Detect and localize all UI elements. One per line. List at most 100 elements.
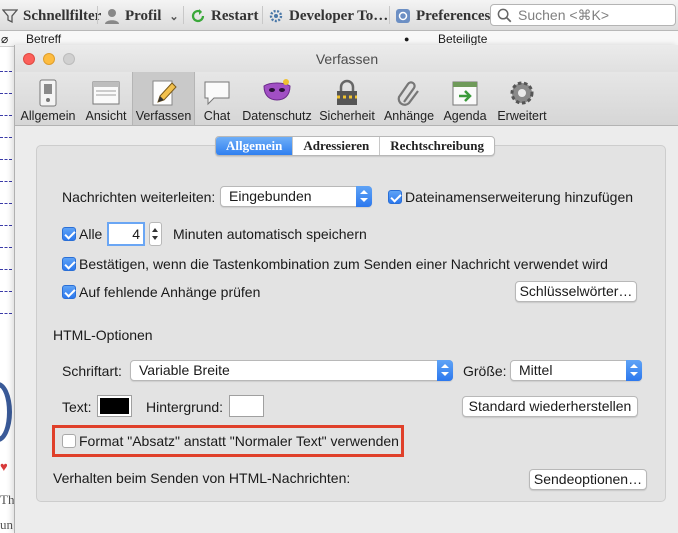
restart-icon	[191, 9, 205, 23]
funnel-icon	[2, 9, 18, 24]
preferences-icon	[396, 9, 410, 23]
gear-icon	[510, 81, 534, 105]
tab-allgemein[interactable]: Allgemein	[216, 137, 293, 155]
bg-color-label: Hintergrund:	[146, 399, 224, 415]
toolbar-separator	[183, 6, 184, 24]
forward-mode-value: Eingebunden	[229, 188, 312, 204]
pane-label: Allgemein	[20, 109, 76, 123]
pane-verfassen[interactable]: Verfassen	[132, 72, 195, 125]
autosave-suffix-label: Minuten automatisch speichern	[173, 226, 367, 242]
edge-text-2: un	[0, 517, 13, 532]
forward-label: Nachrichten weiterleiten:	[62, 189, 216, 205]
padlock-icon	[337, 79, 357, 105]
quickfilter-label: Schnellfilter	[23, 7, 102, 24]
pane-anhaenge[interactable]: Anhänge	[383, 72, 435, 125]
quickfilter-button[interactable]: Schnellfilter	[2, 6, 101, 26]
pane-allgemein[interactable]: Allgemein	[19, 72, 77, 125]
user-icon	[105, 9, 119, 24]
restore-defaults-button[interactable]: Standard wiederherstellen	[462, 396, 638, 417]
main-toolbar: Schnellfilter Profil ⌄ Restart Developer…	[0, 0, 678, 31]
pane-label: Datenschutz	[242, 109, 312, 123]
pane-label: Erweitert	[497, 109, 547, 123]
pane-erweitert[interactable]: Erweitert	[493, 72, 551, 125]
html-send-label: Verhalten beim Senden von HTML-Nachricht…	[53, 470, 351, 486]
highlight-annotation-box	[52, 425, 404, 457]
pane-ansicht[interactable]: Ansicht	[81, 72, 131, 125]
autosave-all-label: Alle	[79, 226, 103, 242]
preferences-dialog: Verfassen Allgemein Ansicht Verfassen Ch…	[14, 45, 678, 533]
preferences-label: Preferences	[416, 7, 491, 24]
background-color-picker[interactable]	[229, 395, 264, 417]
toolbar-separator	[262, 6, 263, 24]
select-arrows-icon	[626, 360, 642, 381]
autosave-minutes-input[interactable]: 4	[107, 222, 145, 246]
search-placeholder: Suchen <⌘K>	[518, 6, 610, 23]
paperclip-icon	[397, 81, 419, 106]
wrench-gear-icon	[269, 9, 283, 23]
search-icon	[497, 8, 512, 22]
text-color-picker[interactable]	[97, 395, 132, 417]
select-arrows-icon	[437, 360, 453, 381]
font-value: Variable Breite	[139, 362, 230, 378]
missing-attachments-checkbox[interactable]	[62, 285, 76, 299]
window-icon	[92, 81, 120, 105]
size-select[interactable]: Mittel	[510, 360, 642, 381]
autosave-checkbox[interactable]	[62, 227, 76, 241]
forward-mode-select[interactable]: Eingebunden	[220, 186, 372, 207]
pane-label: Anhänge	[383, 109, 435, 123]
preference-panes-toolbar: Allgemein Ansicht Verfassen Chat Datensc…	[15, 72, 678, 126]
pane-datenschutz[interactable]: Datenschutz	[241, 72, 313, 125]
pane-label: Verfassen	[135, 109, 192, 123]
pane-label: Ansicht	[85, 109, 127, 123]
profile-label: Profil	[125, 7, 162, 24]
column-read-status[interactable]: ●	[404, 34, 409, 44]
pencil-icon	[152, 80, 177, 106]
pane-chat[interactable]: Chat	[199, 72, 235, 125]
message-list-edge: ♥ Th un	[0, 47, 14, 533]
restart-label: Restart	[211, 7, 259, 24]
restart-button[interactable]: Restart	[190, 6, 258, 26]
column-subject[interactable]: Betreff	[26, 32, 61, 46]
tab-bar: Allgemein Adressieren Rechtschreibung	[215, 136, 495, 156]
toolbar-separator	[97, 6, 98, 24]
confirm-send-checkbox[interactable]	[62, 257, 76, 271]
add-extension-label: Dateinamenserweiterung hinzufügen	[405, 189, 634, 205]
logo-fragment-icon	[0, 382, 12, 442]
tab-rechtschreibung[interactable]: Rechtschreibung	[379, 137, 494, 155]
toolbar-separator	[389, 6, 390, 24]
size-label: Größe:	[463, 363, 507, 379]
switch-icon	[39, 79, 57, 107]
add-extension-checkbox[interactable]	[388, 190, 402, 204]
font-select[interactable]: Variable Breite	[130, 360, 453, 381]
pane-label: Chat	[203, 109, 231, 123]
chevron-down-icon: ⌄	[169, 10, 179, 23]
search-input[interactable]: Suchen <⌘K>	[490, 4, 676, 26]
pane-sicherheit[interactable]: Sicherheit	[319, 72, 375, 125]
profile-button[interactable]: Profil ⌄	[104, 6, 179, 26]
column-participants[interactable]: Beteiligte	[438, 32, 487, 46]
preferences-button[interactable]: Preferences	[395, 6, 490, 26]
pane-label: Sicherheit	[319, 109, 375, 123]
size-value: Mittel	[519, 362, 553, 378]
mask-icon	[263, 79, 291, 101]
edge-text-1: Th	[0, 492, 15, 507]
font-label: Schriftart:	[62, 363, 122, 379]
send-options-button[interactable]: Sendeoptionen…	[529, 469, 647, 490]
pane-agenda[interactable]: Agenda	[441, 72, 489, 125]
developer-tools-label: Developer To…	[289, 7, 389, 24]
text-color-label: Text:	[62, 399, 92, 415]
keywords-button[interactable]: Schlüsselwörter…	[515, 281, 637, 302]
attachment-column-icon[interactable]: ⌀	[1, 32, 8, 46]
tab-adressieren[interactable]: Adressieren	[292, 137, 379, 155]
missing-attachments-label: Auf fehlende Anhänge prüfen	[79, 284, 261, 300]
pane-label: Agenda	[443, 109, 487, 123]
dialog-titlebar: Verfassen	[15, 45, 678, 72]
autosave-minutes-stepper[interactable]	[149, 222, 162, 246]
developer-tools-button[interactable]: Developer To…	[268, 6, 388, 26]
heart-icon: ♥	[0, 459, 8, 474]
background-color-swatch	[232, 398, 261, 414]
select-arrows-icon	[356, 186, 372, 207]
dialog-title: Verfassen	[315, 51, 379, 67]
confirm-send-label: Bestätigen, wenn die Tastenkombination z…	[79, 256, 608, 272]
chat-bubble-icon	[204, 81, 230, 106]
